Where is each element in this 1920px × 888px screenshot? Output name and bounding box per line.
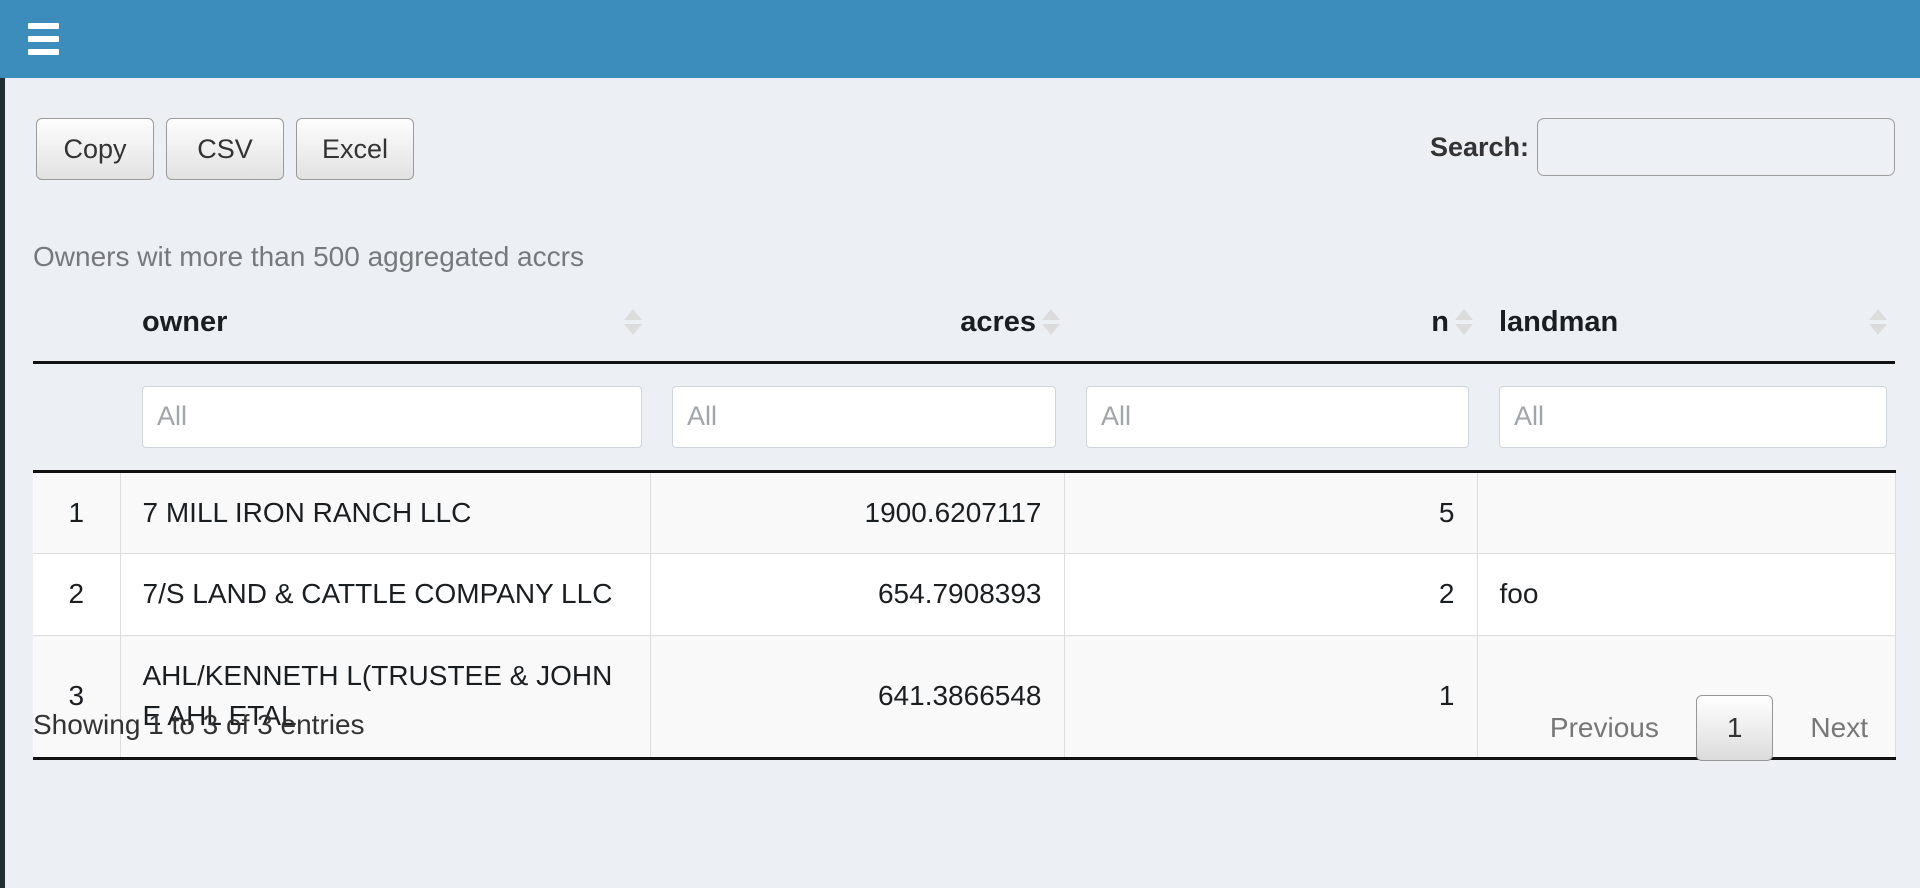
sort-descending-icon	[1042, 324, 1060, 335]
search-input[interactable]	[1537, 118, 1895, 176]
sort-arrows-icon[interactable]	[1455, 309, 1473, 335]
copy-button[interactable]: Copy	[36, 118, 154, 180]
cell-n: 2	[1063, 553, 1478, 636]
hamburger-bar	[28, 49, 59, 55]
column-header-acres[interactable]: acres	[650, 300, 1064, 364]
cell-acres: 1900.6207117	[649, 469, 1065, 555]
content-area: Copy CSV Excel Search: Owners wit more t…	[5, 78, 1920, 888]
pagination-page-1-button[interactable]: 1	[1695, 695, 1774, 761]
filter-input-acres[interactable]	[672, 385, 1056, 448]
column-header-index	[33, 300, 120, 364]
sort-descending-icon	[624, 324, 642, 335]
cell-landman	[1476, 469, 1896, 555]
header-row: owner acres n landman	[33, 300, 1895, 364]
cell-index: 1	[33, 469, 121, 555]
column-filter-row	[33, 362, 1895, 471]
cell-acres: 654.7908393	[649, 553, 1065, 636]
sort-ascending-icon	[1455, 309, 1473, 320]
hamburger-bar	[28, 23, 59, 29]
search-label: Search:	[1429, 131, 1529, 162]
filter-input-n[interactable]	[1086, 385, 1469, 448]
sort-ascending-icon	[624, 309, 642, 320]
column-header-acres-label: acres	[960, 305, 1036, 338]
top-navbar	[0, 0, 1920, 78]
cell-owner: 7 MILL IRON RANCH LLC	[119, 469, 651, 555]
hamburger-menu-icon[interactable]	[28, 18, 68, 60]
pagination-next-button[interactable]: Next	[1783, 695, 1895, 761]
column-header-owner[interactable]: owner	[120, 300, 650, 364]
pagination: Previous 1 Next	[1523, 695, 1895, 761]
column-header-owner-label: owner	[142, 305, 228, 338]
filter-input-owner[interactable]	[142, 385, 642, 448]
table-caption: Owners wit more than 500 aggregated accr…	[33, 241, 584, 272]
table-row[interactable]: 2 7/S LAND & CATTLE COMPANY LLC 654.7908…	[33, 553, 1896, 636]
column-header-landman-label: landman	[1499, 305, 1619, 338]
filter-cell-owner	[120, 362, 650, 471]
table-header: owner acres n landman All All All All	[33, 300, 1895, 471]
column-header-n[interactable]: n	[1064, 300, 1477, 364]
cell-index: 2	[33, 553, 121, 636]
sort-ascending-icon	[1869, 309, 1887, 320]
sort-descending-icon	[1455, 324, 1473, 335]
sort-arrows-icon[interactable]	[1859, 309, 1895, 335]
sort-arrows-icon[interactable]	[1042, 309, 1060, 335]
export-buttons-group: Copy CSV Excel	[36, 118, 414, 180]
sort-arrows-icon[interactable]	[614, 309, 650, 335]
app-page: Copy CSV Excel Search: Owners wit more t…	[0, 0, 1920, 888]
column-header-n-label: n	[1431, 305, 1449, 338]
hamburger-bar	[28, 36, 59, 42]
column-header-landman[interactable]: landman	[1477, 300, 1895, 364]
datatable-footer: Showing 1 to 3 of 3 entries Previous 1 N…	[33, 691, 1895, 771]
filter-cell-acres	[650, 362, 1064, 471]
pagination-previous-button[interactable]: Previous	[1523, 695, 1686, 761]
table-row[interactable]: 1 7 MILL IRON RANCH LLC 1900.6207117 5	[33, 469, 1896, 555]
search-container: Search:	[1430, 118, 1895, 176]
sort-ascending-icon	[1042, 309, 1060, 320]
filter-cell-index	[33, 362, 120, 471]
filter-cell-landman	[1477, 362, 1895, 471]
filter-cell-n	[1064, 362, 1477, 471]
cell-landman: foo	[1476, 553, 1896, 636]
cell-owner: 7/S LAND & CATTLE COMPANY LLC	[119, 553, 651, 636]
cell-n: 5	[1063, 469, 1478, 555]
entries-info: Showing 1 to 3 of 3 entries	[33, 709, 365, 740]
csv-button[interactable]: CSV	[166, 118, 284, 180]
sort-descending-icon	[1869, 324, 1887, 335]
filter-input-landman[interactable]	[1499, 385, 1887, 448]
excel-button[interactable]: Excel	[296, 118, 414, 180]
